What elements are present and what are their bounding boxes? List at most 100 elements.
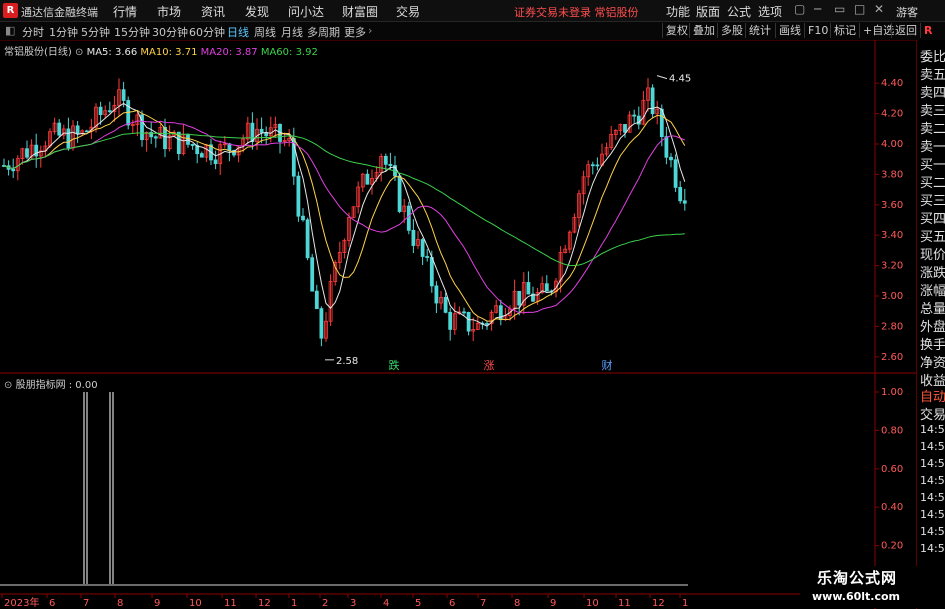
candle-body [213, 159, 218, 165]
y-tick-label: 3.20 [881, 261, 903, 272]
y-tick-label: 3.40 [881, 230, 903, 241]
candle-body [314, 290, 319, 310]
menu-hangqing[interactable]: 行情 [113, 3, 137, 20]
menu-zixun[interactable]: 资讯 [201, 3, 225, 20]
rp-buy3[interactable]: 买三 [920, 190, 945, 209]
period-1min[interactable]: 1分钟 [49, 24, 78, 40]
event-marker[interactable]: 跌 [389, 358, 400, 372]
period-weekly[interactable]: 周线 [254, 24, 276, 40]
candle-body [319, 308, 324, 339]
toolbar-toggle-icon[interactable]: ◧ [5, 24, 15, 37]
btn-f10[interactable]: F10 [804, 23, 831, 38]
btn-diejia[interactable]: 叠加 [689, 23, 718, 38]
rp-price[interactable]: 现价 [920, 244, 945, 263]
restore-icon[interactable]: ▭ [834, 2, 845, 16]
period-fenshi[interactable]: 分时 [22, 24, 44, 40]
menu-caifuquan[interactable]: 财富圈 [342, 3, 378, 20]
candle-body [425, 256, 430, 258]
period-more[interactable]: 更多 [344, 24, 366, 40]
btn-tongji[interactable]: 统计 [745, 23, 774, 38]
x-tick-label: 3 [350, 598, 356, 609]
maximize-icon[interactable]: □ [854, 2, 865, 16]
rp-sell1[interactable]: 卖一 [920, 136, 945, 155]
minimize-icon[interactable]: ─ [814, 2, 821, 16]
x-tick-label: 11 [224, 598, 237, 609]
menu-gongshi[interactable]: 公式 [727, 3, 751, 20]
more-chevron-icon[interactable]: › [368, 24, 372, 37]
rp-buy4[interactable]: 买四 [920, 208, 945, 227]
rp-weibi[interactable]: 委比 [920, 46, 945, 65]
rp-volume[interactable]: 总量 [920, 298, 945, 317]
rp-trade[interactable]: 交易 [920, 404, 945, 423]
btn-r[interactable]: R [920, 23, 935, 38]
btn-huaxian[interactable]: 画线 [775, 23, 804, 38]
x-tick-label: 11 [618, 598, 631, 609]
menu-shichang[interactable]: 市场 [157, 3, 181, 20]
candle-body [429, 257, 434, 287]
rp-change-pct[interactable]: 涨幅 [920, 280, 945, 299]
candle-body [310, 257, 315, 292]
settings-circle-icon[interactable]: ⊙ [75, 47, 83, 58]
rp-change[interactable]: 涨跌 [920, 262, 945, 281]
menu-banmian[interactable]: 版面 [696, 3, 720, 20]
trade-login-notice[interactable]: 证券交易未登录 常铝股份 [514, 4, 639, 20]
period-multi[interactable]: 多周期 [307, 24, 340, 40]
rp-turnover[interactable]: 换手 [920, 334, 945, 353]
period-30min[interactable]: 30分钟 [152, 24, 188, 40]
ma5-line [3, 102, 686, 327]
skin-icon[interactable]: ▢ [794, 2, 805, 16]
candle-body [199, 153, 204, 158]
rp-sell4[interactable]: 卖四 [920, 82, 945, 101]
period-60min[interactable]: 60分钟 [189, 24, 225, 40]
btn-duogu[interactable]: 多股 [717, 23, 746, 38]
period-5min[interactable]: 5分钟 [81, 24, 110, 40]
rp-outer[interactable]: 外盘 [920, 316, 945, 335]
rp-time: 14:56 [920, 542, 945, 555]
y-tick-label: 4.20 [881, 109, 903, 120]
period-daily[interactable]: 日线 [227, 24, 249, 40]
rp-netasset[interactable]: 净资 [920, 352, 945, 371]
rp-sell2[interactable]: 卖二 [920, 118, 945, 137]
rp-time: 14:56 [920, 423, 945, 436]
close-icon[interactable]: ✕ [874, 2, 884, 16]
kline-chart[interactable]: 4.40 4.20 4.00 3.80 3.60 3.40 3.20 3.00 2.80 2.60… [0, 40, 916, 609]
candle-body [259, 128, 264, 133]
rp-sell5[interactable]: 卖五 [920, 64, 945, 83]
rp-buy2[interactable]: 买二 [920, 172, 945, 191]
candle-body [383, 155, 388, 165]
candle-body [664, 136, 669, 158]
x-tick-label: 7 [83, 598, 89, 609]
rp-time: 14:56 [920, 491, 945, 504]
high-arrow [656, 75, 668, 80]
candle-body [250, 122, 255, 143]
btn-biaoji[interactable]: 标记 [830, 23, 859, 38]
event-marker[interactable]: 财 [602, 358, 613, 372]
period-monthly[interactable]: 月线 [281, 24, 303, 40]
rp-buy5[interactable]: 买五 [920, 226, 945, 245]
menu-gongneng[interactable]: 功能 [666, 3, 690, 20]
ma-legend: 常铝股份(日线) ⊙ MA5: 3.66 MA10: 3.71 MA20: 3.… [4, 43, 318, 58]
user-guest[interactable]: 游客 [896, 4, 918, 20]
menu-wenxiaoda[interactable]: 问小达 [288, 3, 324, 20]
menu-jiaoyi[interactable]: 交易 [396, 3, 420, 20]
ma10-label: MA10: 3.71 [140, 47, 198, 58]
indicator-settings-icon[interactable]: ⊙ [4, 380, 12, 391]
x-tick-label: 1 [291, 598, 297, 609]
candle-body [544, 283, 549, 292]
rp-time: 14:56 [920, 508, 945, 521]
candle-body [411, 229, 416, 246]
candle-body [305, 219, 310, 259]
rp-buy1[interactable]: 买一 [920, 154, 945, 173]
menu-faxian[interactable]: 发现 [245, 3, 269, 20]
menu-xuanxiang[interactable]: 选项 [758, 3, 782, 20]
indicator-legend: ⊙ 股朋指标网 : 0.00 [4, 376, 98, 391]
btn-back[interactable]: 返回 [891, 23, 920, 38]
btn-fuquan[interactable]: 复权 [662, 23, 691, 38]
candle-body [485, 323, 489, 325]
period-15min[interactable]: 15分钟 [114, 24, 150, 40]
rp-sell3[interactable]: 卖三 [920, 100, 945, 119]
event-marker[interactable]: 涨 [484, 359, 495, 372]
rp-auto[interactable]: 自动 [920, 386, 945, 405]
candle-body [420, 239, 425, 257]
x-tick-label: 10 [189, 598, 202, 609]
